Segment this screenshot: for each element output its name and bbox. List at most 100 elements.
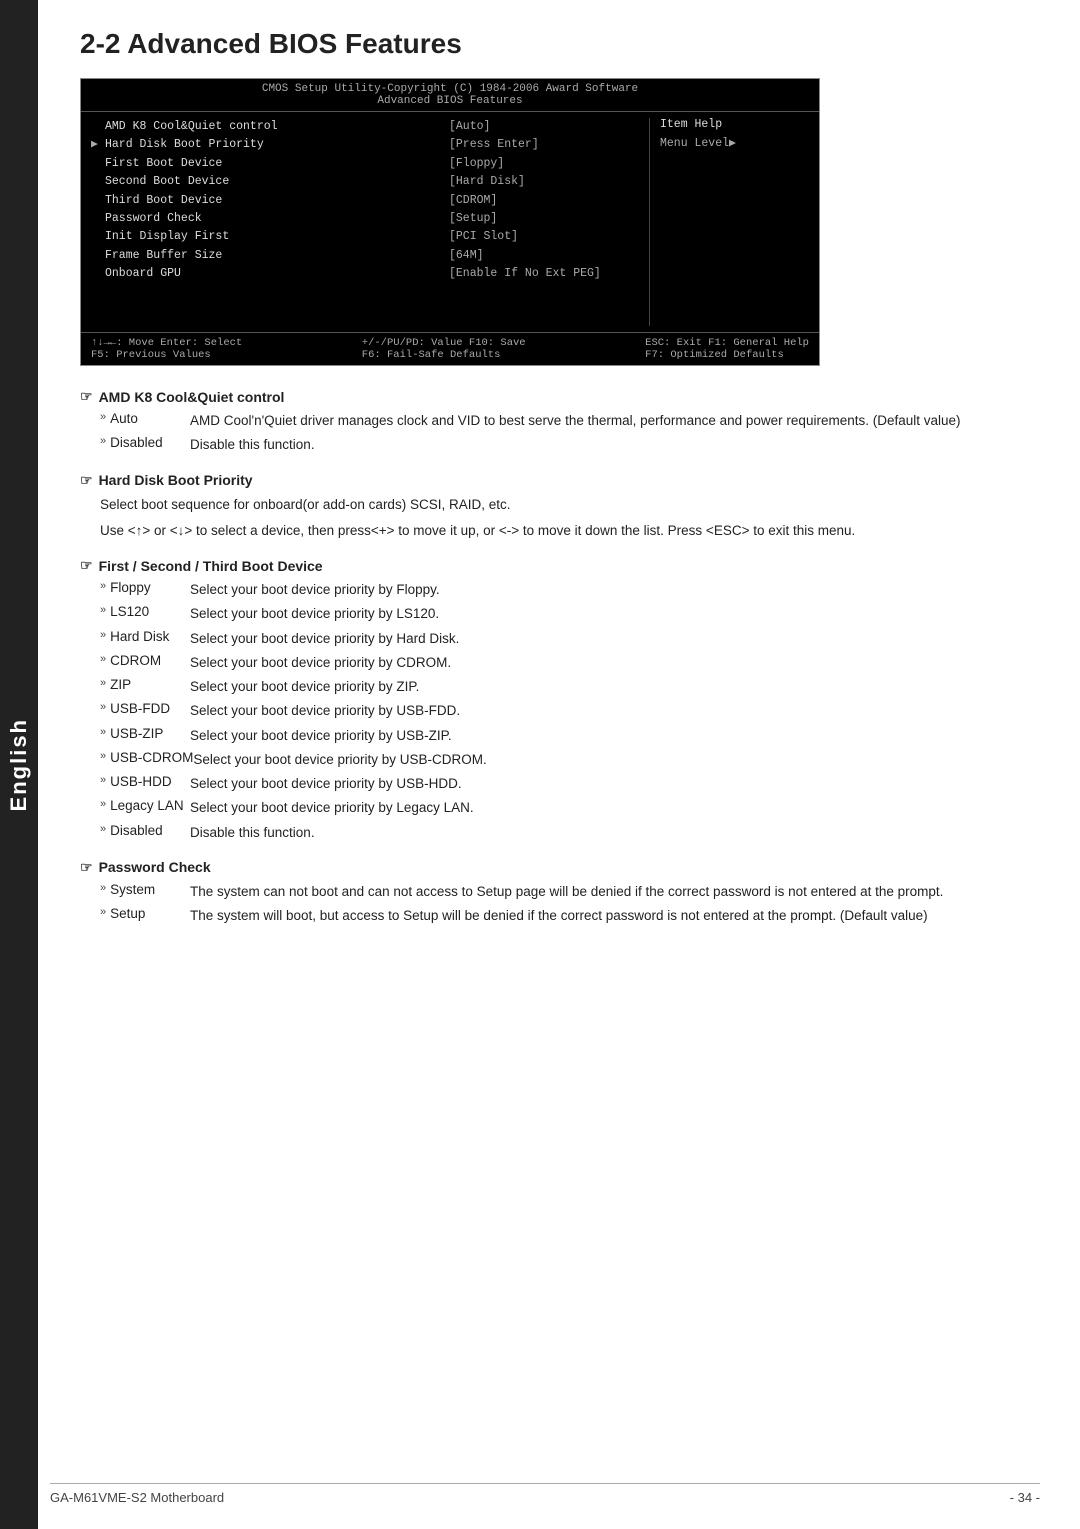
desc-text: Select your boot device priority by USB-… xyxy=(193,750,1040,770)
section-desc-item: »LS120Select your boot device priority b… xyxy=(80,604,1040,624)
desc-bullet-label: LS120 xyxy=(110,604,149,619)
desc-bullet-label: Hard Disk xyxy=(110,629,169,644)
bios-middle-item: [CDROM] xyxy=(449,192,639,210)
desc-bullet: » System xyxy=(100,882,190,902)
section-title-password-check: ☞Password Check xyxy=(80,859,1040,876)
bios-left-item: AMD K8 Cool&Quiet control xyxy=(105,118,278,136)
desc-text: Select your boot device priority by Lega… xyxy=(190,798,1040,818)
section-amd-k8: ☞ AMD K8 Cool&Quiet control »AutoAMD Cool'… xyxy=(80,388,1040,456)
desc-text: The system can not boot and can not acce… xyxy=(190,882,1040,902)
section-title-text: Hard Disk Boot Priority xyxy=(99,472,253,488)
section-title-boot-device: ☞First / Second / Third Boot Device xyxy=(80,557,1040,574)
section-desc-item: » Disabled Disable this function. xyxy=(80,435,1040,455)
section-paragraph: Select boot sequence for onboard(or add-… xyxy=(80,495,1040,515)
desc-text: Select your boot device priority by USB-… xyxy=(190,726,1040,746)
dbl-arrow-icon: » xyxy=(100,411,106,423)
desc-bullet-label: Floppy xyxy=(110,580,151,595)
desc-bullet-label: Legacy LAN xyxy=(110,798,184,813)
desc-bullet-label: Disabled xyxy=(110,823,163,838)
section-desc-item: » System The system can not boot and can n… xyxy=(80,882,1040,902)
section-desc-item: »CDROMSelect your boot device priority b… xyxy=(80,653,1040,673)
page-title: 2-2 Advanced BIOS Features xyxy=(80,28,1040,60)
bios-item-help-text: Menu Level▶ xyxy=(660,135,809,150)
desc-bullet-label: USB-FDD xyxy=(110,701,170,716)
desc-bullet: » USB-ZIP xyxy=(100,726,190,746)
dbl-arrow-icon: » xyxy=(100,435,106,447)
desc-bullet: »Disabled xyxy=(100,823,190,843)
footer-left: GA-M61VME-S2 Motherboard xyxy=(50,1490,224,1505)
desc-bullet: »Floppy xyxy=(100,580,190,600)
desc-bullet-label: CDROM xyxy=(110,653,161,668)
desc-text: Disable this function. xyxy=(190,435,1040,455)
section-arrow-icon: ☞ xyxy=(80,472,93,489)
footer-right: - 34 - xyxy=(1010,1490,1040,1505)
desc-text: Select your boot device priority by USB-… xyxy=(190,774,1040,794)
bios-middle-item: [Auto] xyxy=(449,118,639,136)
section-desc-item: »Legacy LANSelect your boot device prior… xyxy=(80,798,1040,818)
section-arrow-icon: ☞ xyxy=(80,859,93,876)
section-desc-item: »USB-CDROMSelect your boot device priori… xyxy=(80,750,1040,770)
desc-bullet: »USB-CDROM xyxy=(100,750,193,770)
bios-middle-item: [Setup] xyxy=(449,210,639,228)
dbl-arrow-icon: » xyxy=(100,726,106,738)
section-desc-item: » USB-FDD Select your boot device priority… xyxy=(80,701,1040,721)
bios-footer-mid: +/-/PU/PD: Value F10: Save F6: Fail-Safe… xyxy=(362,337,526,361)
section-arrow-icon: ☞ xyxy=(80,557,93,574)
dbl-arrow-icon: » xyxy=(100,701,106,713)
bios-left-item: First Boot Device xyxy=(105,155,222,173)
bios-header-line1: CMOS Setup Utility-Copyright (C) 1984-20… xyxy=(81,83,819,95)
bios-footer-line1-mid: +/-/PU/PD: Value F10: Save xyxy=(362,337,526,349)
dbl-arrow-icon: » xyxy=(100,882,106,894)
bios-left-item: Third Boot Device xyxy=(105,192,222,210)
desc-bullet: » Disabled xyxy=(100,435,190,455)
dbl-arrow-icon: » xyxy=(100,750,106,762)
desc-bullet: » Setup xyxy=(100,906,190,926)
bios-middle-item: [Enable If No Ext PEG] xyxy=(449,265,639,283)
desc-bullet: »USB-HDD xyxy=(100,774,190,794)
desc-bullet-label: Disabled xyxy=(110,435,163,450)
bios-footer-line2-right: F7: Optimized Defaults xyxy=(645,349,809,361)
bios-middle-item: [PCI Slot] xyxy=(449,228,639,246)
bios-footer-right: ESC: Exit F1: General Help F7: Optimized… xyxy=(645,337,809,361)
section-desc-item: »DisabledDisable this function. xyxy=(80,823,1040,843)
bios-left-item: Second Boot Device xyxy=(105,173,229,191)
desc-bullet-label: System xyxy=(110,882,155,897)
desc-text: Select your boot device priority by Flop… xyxy=(190,580,1040,600)
sections-container: ☞ AMD K8 Cool&Quiet control »AutoAMD Cool'… xyxy=(80,388,1040,926)
desc-bullet-label: Setup xyxy=(110,906,145,921)
dbl-arrow-icon: » xyxy=(100,653,106,665)
bios-footer: ↑↓→←: Move Enter: Select F5: Previous Va… xyxy=(81,332,819,365)
desc-text: AMD Cool'n'Quiet driver manages clock an… xyxy=(190,411,1040,431)
bios-left-row: AMD K8 Cool&Quiet control xyxy=(91,118,439,136)
section-title-amd-k8: ☞ AMD K8 Cool&Quiet control xyxy=(80,388,1040,405)
section-arrow-icon: ☞ xyxy=(80,388,93,405)
bios-left-row: ▶Hard Disk Boot Priority xyxy=(91,136,439,154)
desc-bullet: »Auto xyxy=(100,411,190,431)
bios-left-row: Password Check xyxy=(91,210,439,228)
section-title-hard-disk-boot: ☞ Hard Disk Boot Priority xyxy=(80,472,1040,489)
bios-left-item: Hard Disk Boot Priority xyxy=(105,136,264,154)
desc-bullet-label: USB-ZIP xyxy=(110,726,163,741)
bios-footer-line2-mid: F6: Fail-Safe Defaults xyxy=(362,349,526,361)
section-title-text: AMD K8 Cool&Quiet control xyxy=(99,389,285,405)
desc-text: Select your boot device priority by USB-… xyxy=(190,701,1040,721)
main-content: 2-2 Advanced BIOS Features CMOS Setup Ut… xyxy=(50,0,1080,982)
desc-bullet: »ZIP xyxy=(100,677,190,697)
bios-left-row: Init Display First xyxy=(91,228,439,246)
desc-bullet-label: USB-HDD xyxy=(110,774,172,789)
bios-middle-item: [Hard Disk] xyxy=(449,173,639,191)
bios-screenshot: CMOS Setup Utility-Copyright (C) 1984-20… xyxy=(80,78,820,366)
dbl-arrow-icon: » xyxy=(100,906,106,918)
desc-bullet: » CDROM xyxy=(100,653,190,673)
bios-left-item: Frame Buffer Size xyxy=(105,247,222,265)
bios-item-help: Item Help Menu Level▶ xyxy=(649,118,809,326)
desc-text: Select your boot device priority by Hard… xyxy=(190,629,1040,649)
desc-bullet: »LS120 xyxy=(100,604,190,624)
section-hard-disk-boot: ☞ Hard Disk Boot Priority Select boot sequ… xyxy=(80,472,1040,542)
bios-left-row: Onboard GPU xyxy=(91,265,439,283)
bios-left-item: Init Display First xyxy=(105,228,229,246)
bios-left-item: Password Check xyxy=(105,210,202,228)
desc-bullet-label: ZIP xyxy=(110,677,131,692)
section-desc-item: »SetupThe system will boot, but access t… xyxy=(80,906,1040,926)
section-desc-item: »FloppySelect your boot device priority … xyxy=(80,580,1040,600)
